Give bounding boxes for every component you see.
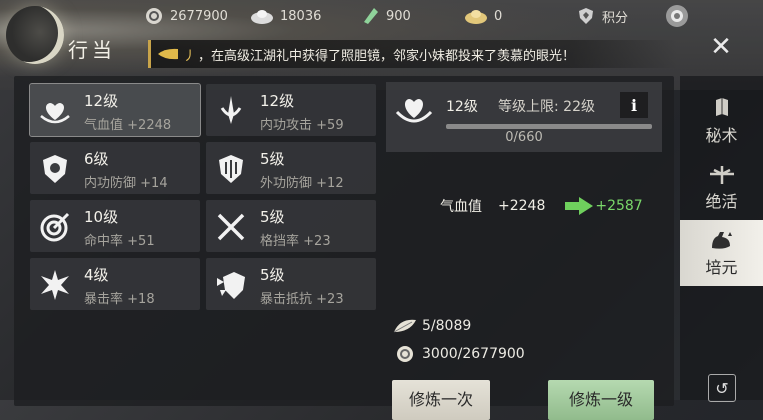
herb-leaf-icon bbox=[393, 319, 416, 333]
crossed-swords-icon bbox=[217, 213, 245, 241]
tab-unique-skills[interactable]: 绝活 bbox=[680, 154, 763, 220]
lotus-heart-icon bbox=[40, 103, 70, 124]
currency-coin: 2677900 bbox=[144, 6, 228, 26]
stat-card-block-rate[interactable]: 5级 格挡率 +23 bbox=[206, 200, 376, 252]
stat-name: 内功攻击 +59 bbox=[260, 118, 344, 133]
tab-label: 培元 bbox=[705, 258, 738, 277]
currency-jade: 900 bbox=[360, 6, 411, 26]
stat-level: 5级 bbox=[260, 150, 285, 168]
train-level-button[interactable]: 修炼一级 bbox=[548, 380, 654, 420]
coin-icon bbox=[146, 8, 162, 24]
refresh-button[interactable]: ↺ bbox=[708, 374, 736, 402]
points-button[interactable]: 积分 bbox=[576, 6, 628, 26]
close-button[interactable]: ✕ bbox=[704, 30, 738, 64]
shield-points-icon bbox=[579, 8, 593, 24]
stat-level: 12级 bbox=[84, 92, 119, 110]
detail-level: 12级 bbox=[446, 99, 478, 115]
emblem-icon bbox=[666, 5, 688, 27]
stat-card-inner-defense[interactable]: 6级 内功防御 +14 bbox=[30, 142, 200, 194]
stat-card-crit-resist[interactable]: 5级 暴击抵抗 +23 bbox=[206, 258, 376, 310]
tab-cultivation[interactable]: 培元 bbox=[680, 220, 763, 286]
cost-item-value: 5/8089 bbox=[422, 318, 472, 334]
ticker-player-name: 丿 bbox=[183, 48, 197, 64]
attr-name: 气血值 bbox=[440, 199, 482, 215]
moon-emblem bbox=[6, 6, 64, 64]
currency-jade-value: 900 bbox=[386, 8, 411, 24]
settings-emblem[interactable] bbox=[664, 3, 690, 29]
cost-coin: 3000/2677900 bbox=[392, 344, 525, 364]
stat-name: 暴击率 +18 bbox=[84, 292, 155, 307]
coin-icon bbox=[397, 346, 413, 362]
level-progress-bar bbox=[446, 124, 652, 129]
stat-level: 10级 bbox=[84, 208, 119, 226]
stat-name: 命中率 +51 bbox=[84, 234, 155, 249]
ticker-text: ，在高级江湖礼中获得了照胆镜，邻家小妹都投来了羡慕的眼光！ bbox=[198, 48, 576, 64]
tab-label: 绝活 bbox=[705, 192, 738, 211]
armor-shield-icon bbox=[219, 155, 243, 183]
stat-level: 5级 bbox=[260, 266, 285, 284]
gold-ingot-icon bbox=[465, 10, 487, 24]
target-icon bbox=[40, 212, 70, 242]
detail-max-level: 等级上限: 22级 bbox=[498, 99, 595, 115]
cost-item: 5/8089 bbox=[392, 316, 471, 336]
currency-silver-value: 18036 bbox=[280, 8, 322, 24]
silver-ingot-icon bbox=[251, 10, 273, 24]
info-icon: i bbox=[630, 95, 638, 115]
stat-name: 暴击抵抗 +23 bbox=[260, 292, 344, 307]
stat-name: 外功防御 +12 bbox=[260, 176, 344, 191]
attr-next: +2587 bbox=[595, 198, 643, 214]
progress-text: 0/660 bbox=[505, 130, 543, 145]
stat-level: 12级 bbox=[260, 92, 295, 110]
announcement-ticker: 丿 ，在高级江湖礼中获得了照胆镜，邻家小妹都投来了羡慕的眼光！ bbox=[148, 40, 677, 68]
currency-gold-value: 0 bbox=[494, 8, 503, 24]
winged-icon bbox=[709, 166, 734, 184]
horn-icon bbox=[158, 48, 178, 60]
jade-icon bbox=[364, 8, 378, 24]
info-button[interactable]: i bbox=[620, 92, 648, 118]
train-once-button[interactable]: 修炼一次 bbox=[392, 380, 490, 420]
currency-silver: 18036 bbox=[250, 6, 321, 26]
lotus-heart-icon bbox=[395, 99, 433, 123]
attribute-comparison: 气血值 +2248 +2587 bbox=[440, 196, 643, 216]
stat-name: 气血值 +2248 bbox=[84, 118, 172, 133]
stat-card-inner-attack[interactable]: 12级 内功攻击 +59 bbox=[206, 84, 376, 136]
stat-card-outer-defense[interactable]: 5级 外功防御 +12 bbox=[206, 142, 376, 194]
cost-coin-value: 3000/2677900 bbox=[422, 346, 525, 362]
stat-name: 格挡率 +23 bbox=[260, 234, 331, 249]
arrow-right-icon bbox=[565, 197, 594, 215]
book-figure-icon bbox=[715, 98, 728, 116]
spiked-shield-icon bbox=[217, 272, 245, 299]
currency-gold: 0 bbox=[464, 6, 502, 26]
attr-current: +2248 bbox=[498, 198, 546, 214]
stat-card-hit-rate[interactable]: 10级 命中率 +51 bbox=[30, 200, 200, 252]
stat-card-crit-rate[interactable]: 4级 暴击率 +18 bbox=[30, 258, 200, 310]
points-label: 积分 bbox=[602, 10, 629, 26]
tab-secret-arts[interactable]: 秘术 bbox=[680, 88, 763, 154]
tab-label: 秘术 bbox=[705, 126, 738, 145]
stat-card-hp[interactable]: 12级 气血值 +2248 bbox=[29, 83, 201, 137]
stat-level: 5级 bbox=[260, 208, 285, 226]
page-title: 行当 bbox=[68, 38, 116, 62]
refresh-icon: ↺ bbox=[715, 378, 729, 398]
stat-name: 内功防御 +14 bbox=[84, 176, 168, 191]
stat-level: 4级 bbox=[84, 266, 109, 284]
flex-arm-icon bbox=[711, 232, 732, 249]
sword-palm-icon bbox=[220, 96, 242, 124]
currency-coin-value: 2677900 bbox=[170, 8, 228, 24]
close-icon: ✕ bbox=[710, 32, 732, 62]
stat-level: 6级 bbox=[84, 150, 109, 168]
burst-icon bbox=[41, 270, 69, 300]
shield-icon bbox=[43, 155, 67, 183]
